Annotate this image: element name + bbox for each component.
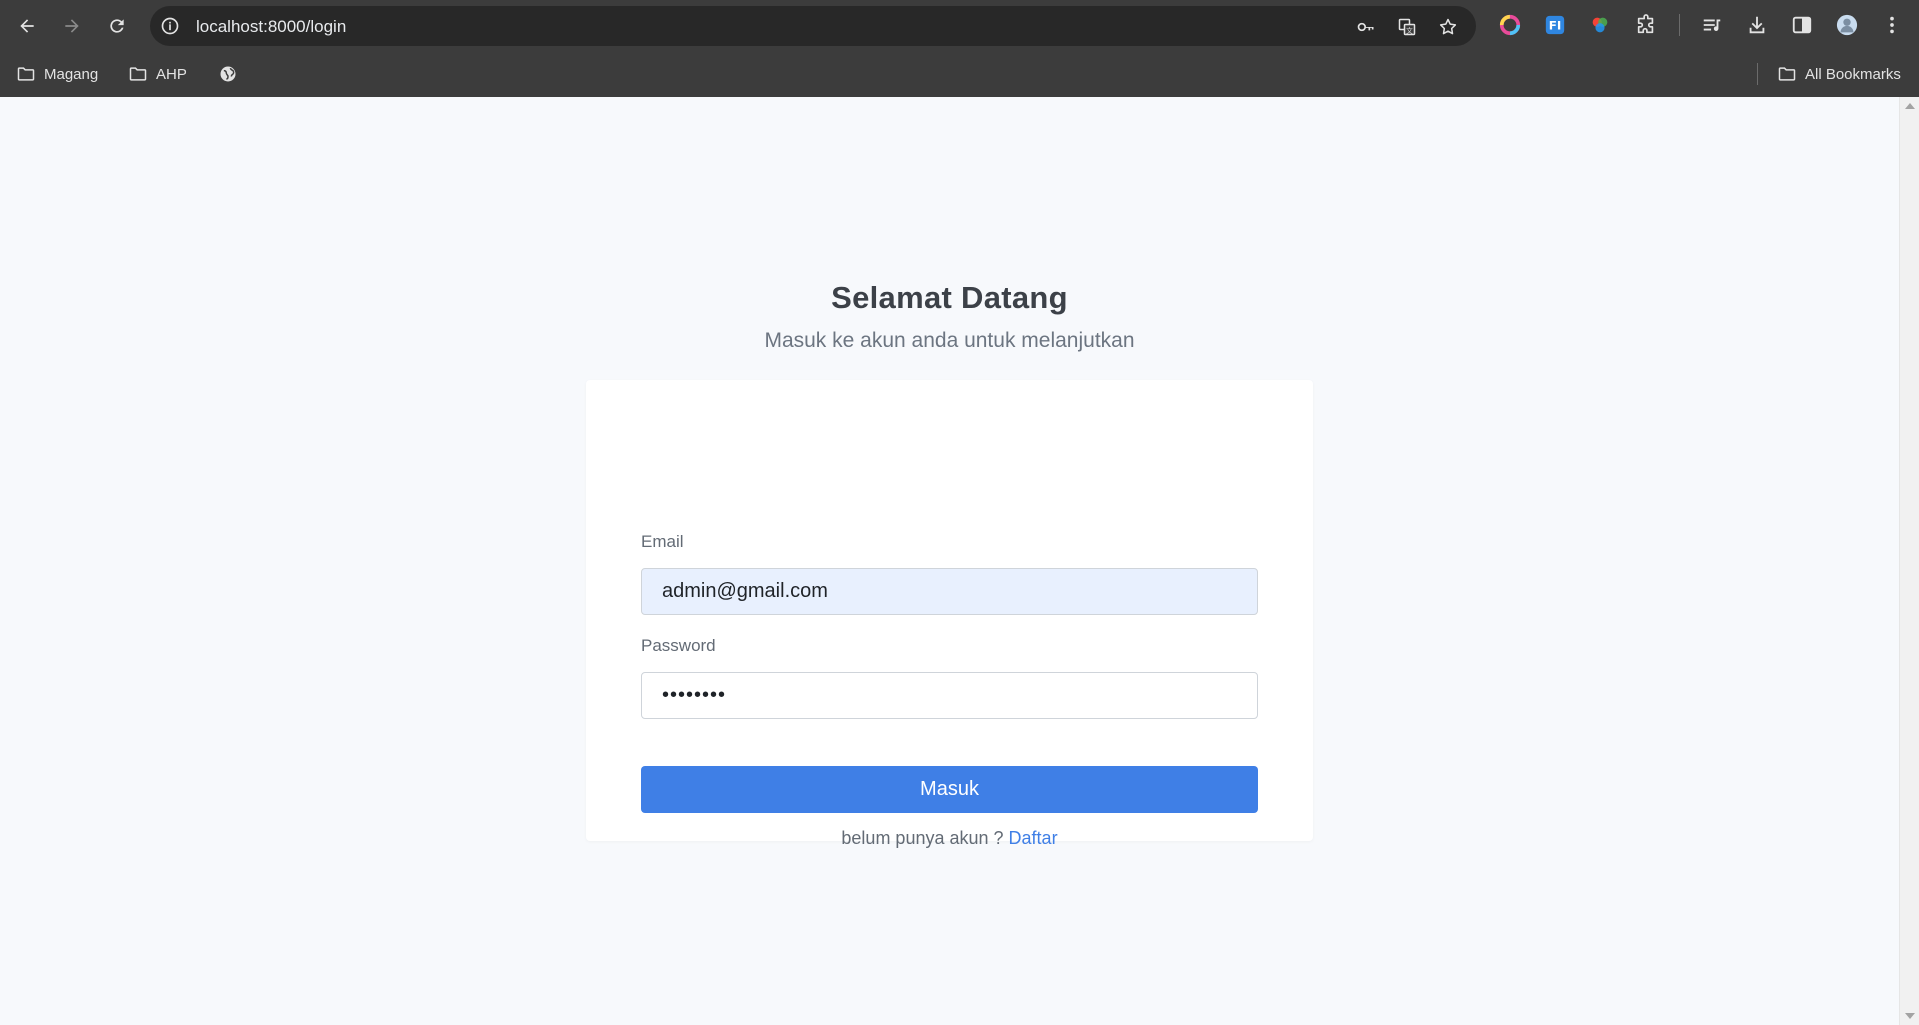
back-button[interactable]	[11, 10, 43, 42]
login-button[interactable]: Masuk	[641, 766, 1258, 813]
extension-fi-button[interactable]: FI	[1542, 12, 1568, 38]
color-ring-icon	[1499, 14, 1521, 36]
bookmark-folder-ahp[interactable]: AHP	[128, 62, 187, 86]
browser-toolbar: localhost:8000/login 文 FI	[0, 0, 1919, 51]
page-scrollbar[interactable]	[1899, 97, 1919, 1025]
arrow-left-icon	[20, 19, 34, 33]
translate-button[interactable]: 文	[1396, 16, 1418, 38]
profile-button[interactable]	[1834, 12, 1860, 38]
scroll-down-arrow-icon[interactable]	[1905, 1013, 1915, 1019]
bookmark-label: Magang	[44, 65, 99, 83]
arrow-right-icon	[65, 19, 79, 33]
register-prompt: belum punya akun ? Daftar	[586, 828, 1313, 849]
folder-icon	[129, 67, 147, 81]
bookmark-folder-magang[interactable]: Magang	[16, 62, 98, 86]
download-icon	[1749, 16, 1765, 34]
folder-icon	[17, 67, 35, 81]
bookmark-globe[interactable]	[218, 62, 238, 86]
translate-icon: 文	[1398, 18, 1416, 36]
password-label: Password	[641, 636, 716, 655]
login-page: Selamat Datang Masuk ke akun anda untuk …	[0, 97, 1899, 1025]
password-field[interactable]	[641, 672, 1258, 719]
puzzle-icon	[1637, 14, 1654, 34]
folder-icon	[1778, 67, 1796, 81]
forward-button[interactable]	[56, 10, 88, 42]
queue-music-icon	[1703, 19, 1721, 31]
extensions-button[interactable]	[1633, 12, 1659, 38]
browser-chrome: localhost:8000/login 文 FI Magang AHP All…	[0, 0, 1919, 97]
bookmarks-bar: Magang AHP All Bookmarks	[0, 51, 1919, 97]
globe-icon	[220, 66, 236, 82]
svg-text:FI: FI	[1549, 19, 1562, 33]
bookmark-star-button[interactable]	[1437, 16, 1459, 38]
bookmarks-separator	[1757, 63, 1758, 85]
side-panel-button[interactable]	[1789, 12, 1815, 38]
fi-extension-icon: FI	[1545, 15, 1565, 35]
site-info-icon[interactable]	[160, 16, 180, 36]
register-prompt-text: belum punya akun ?	[841, 828, 1004, 848]
star-icon	[1439, 18, 1457, 35]
side-panel-icon	[1792, 16, 1812, 34]
more-vertical-icon	[1890, 16, 1894, 34]
email-label: Email	[641, 532, 684, 551]
color-picker-icon	[1592, 17, 1608, 33]
scroll-up-arrow-icon[interactable]	[1905, 103, 1915, 109]
register-link[interactable]: Daftar	[1009, 828, 1058, 848]
browser-menu-button[interactable]	[1879, 12, 1905, 38]
all-bookmarks-label: All Bookmarks	[1805, 65, 1901, 83]
password-key-button[interactable]	[1355, 16, 1377, 38]
email-field[interactable]	[641, 568, 1258, 615]
reading-list-button[interactable]	[1699, 12, 1725, 38]
avatar	[1836, 14, 1858, 36]
reload-button[interactable]	[101, 10, 133, 42]
bookmark-label: AHP	[156, 65, 187, 83]
svg-text:文: 文	[1406, 26, 1413, 35]
key-icon	[1357, 22, 1374, 32]
url-text[interactable]: localhost:8000/login	[196, 17, 346, 37]
extension-color-picker-button[interactable]	[1587, 12, 1613, 38]
login-card: Email Password Masuk belum punya akun ? …	[586, 380, 1313, 848]
toolbar-separator	[1679, 14, 1680, 36]
address-bar[interactable]: localhost:8000/login 文	[150, 6, 1476, 46]
extension-color-ring-button[interactable]	[1497, 12, 1523, 38]
all-bookmarks-button[interactable]: All Bookmarks	[1777, 62, 1901, 86]
page-title: Selamat Datang	[831, 280, 1068, 315]
reload-icon	[110, 19, 124, 33]
page-subtitle: Masuk ke akun anda untuk melanjutkan	[764, 329, 1135, 352]
downloads-button[interactable]	[1744, 12, 1770, 38]
